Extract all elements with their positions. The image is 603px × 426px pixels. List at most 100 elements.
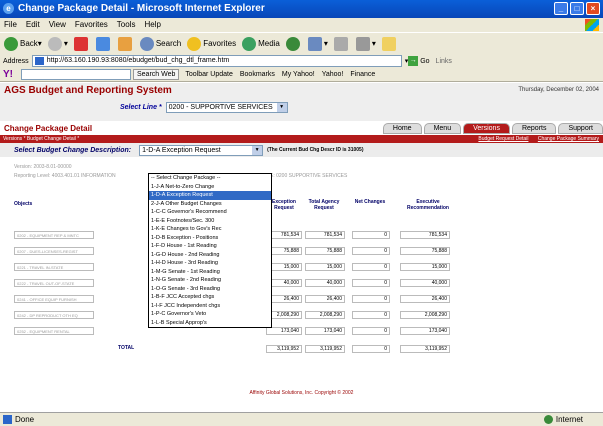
budget-request-detail-link[interactable]: Budget Request Detail — [478, 136, 528, 142]
menu-edit[interactable]: Edit — [26, 18, 40, 32]
dropdown-option[interactable]: 1-I-F JCC Independent chgs — [149, 302, 271, 311]
yahoo-button[interactable]: Yahoo! — [322, 71, 344, 78]
browser-toolbar: Back ▾ ▾ Search Favorites Media ▾ ▾ — [0, 32, 603, 54]
total-agency-cell: 2,008,290 — [305, 311, 345, 319]
go-arrow-icon: → — [408, 56, 419, 66]
address-input[interactable]: http://63.160.190.93:8080/ebudget/bud_ch… — [31, 55, 402, 67]
yahoo-search-input[interactable] — [21, 69, 131, 80]
dropdown-option[interactable]: 1-E-E Footnotes/Sec. 300 — [149, 217, 271, 226]
dropdown-option[interactable]: 1-N-G Senate - 2nd Reading — [149, 276, 271, 285]
dropdown-option[interactable]: 1-D-A Exception Request — [149, 191, 271, 200]
service-text: E: 0200 SUPPORTIVE SERVICES — [270, 173, 348, 179]
object-cell: 0221 - TRAVEL IN-STATE — [14, 263, 94, 271]
tab-versions[interactable]: Versions — [463, 123, 510, 134]
dropdown-option[interactable]: 1-O-G Senate - 3rd Reading — [149, 285, 271, 294]
maximize-button[interactable]: □ — [570, 2, 584, 15]
menu-help[interactable]: Help — [144, 18, 160, 32]
col-total-agency-header: Total Agency Request — [308, 199, 340, 211]
my-yahoo-button[interactable]: My Yahoo! — [282, 71, 315, 78]
search-button[interactable]: Search — [139, 36, 181, 51]
dropdown-option[interactable]: 2-J-A Other Budget Changes — [149, 200, 271, 209]
dropdown-option[interactable]: 1-F-D House - 1st Reading — [149, 242, 271, 251]
print-button[interactable] — [333, 36, 350, 51]
menu-file[interactable]: File — [4, 18, 17, 32]
select-line-dropdown[interactable]: 0200 - SUPPORTIVE SERVICES ▼ — [165, 102, 288, 113]
stop-button[interactable] — [73, 36, 90, 51]
minimize-button[interactable]: _ — [554, 2, 568, 15]
total-agency-cell: 75,888 — [305, 247, 345, 255]
dropdown-option[interactable]: 1-B-F JCC Accepted chgs — [149, 293, 271, 302]
forward-arrow-icon — [47, 36, 62, 51]
budget-change-options-list[interactable]: -- Select Change Package -- 1-J-A Net-to-… — [148, 173, 272, 328]
col-exec-header: Executive Recommendation — [407, 199, 449, 211]
mail-button[interactable]: ▾ — [307, 36, 328, 51]
chevron-down-icon: ▼ — [252, 145, 263, 155]
dropdown-option[interactable]: -- Select Change Package -- — [149, 174, 271, 183]
home-button[interactable] — [117, 36, 134, 51]
net-change-cell[interactable]: 0 — [352, 231, 390, 239]
media-icon — [242, 36, 257, 51]
budget-change-dropdown[interactable]: 1-D-A Exception Request ▼ — [139, 144, 264, 156]
forward-button[interactable]: ▾ — [47, 36, 68, 51]
close-button[interactable]: × — [586, 2, 600, 15]
bookmarks-button[interactable]: Bookmarks — [240, 71, 275, 78]
budget-change-label: Select Budget Change Description: — [14, 146, 132, 154]
history-button[interactable] — [285, 36, 302, 51]
status-text: Done — [15, 415, 35, 424]
tab-home[interactable]: Home — [382, 123, 422, 134]
refresh-button[interactable] — [95, 36, 112, 51]
search-web-button[interactable]: Search Web — [133, 69, 180, 80]
reporting-level-text: Reporting Level: 4003.401.01 INFORMATION — [14, 173, 116, 179]
folder-button[interactable] — [381, 36, 398, 51]
back-button[interactable]: Back ▾ — [4, 36, 42, 51]
change-package-summary-link[interactable]: Change Package Summary — [538, 136, 599, 142]
app-header: AGS Budget and Reporting System Thursday… — [0, 83, 603, 121]
net-change-cell[interactable]: 0 — [352, 263, 390, 271]
edit-icon — [355, 36, 370, 51]
media-button[interactable]: Media — [242, 36, 280, 51]
menu-bar: File Edit View Favorites Tools Help — [0, 18, 603, 32]
star-icon — [187, 36, 202, 51]
object-cell: 0202 - EQUIPMENT REP & MNTC — [14, 231, 94, 239]
mail-icon — [307, 36, 322, 51]
net-change-cell[interactable]: 0 — [352, 247, 390, 255]
dropdown-option[interactable]: 1-M-G Senate - 1st Reading — [149, 268, 271, 277]
net-change-cell[interactable]: 0 — [352, 295, 390, 303]
tab-menu[interactable]: Menu — [423, 123, 462, 134]
toolbar-update-button[interactable]: Toolbar Update — [185, 71, 232, 78]
net-change-cell[interactable]: 0 — [352, 279, 390, 287]
exec-rec-cell: 173,040 — [400, 327, 450, 335]
finance-button[interactable]: Finance — [350, 71, 375, 78]
col-objects-header: Objects — [14, 201, 33, 207]
object-cell: 0252 - EQUIPMENT RENTAL — [14, 327, 94, 335]
tab-support[interactable]: Support — [558, 123, 603, 134]
exec-rec-cell: 781,534 — [400, 231, 450, 239]
nav-tabs: Home Menu Versions Reports Support — [382, 123, 603, 134]
dropdown-option[interactable]: 1-G-D House - 2nd Reading — [149, 251, 271, 260]
menu-tools[interactable]: Tools — [117, 18, 136, 32]
net-change-cell[interactable]: 0 — [352, 327, 390, 335]
dropdown-option[interactable]: 1-H-D House - 3rd Reading — [149, 259, 271, 268]
status-bar: Done Internet — [0, 412, 603, 426]
exec-rec-cell: 26,400 — [400, 295, 450, 303]
stop-icon — [73, 36, 88, 51]
links-button[interactable]: Links — [436, 58, 452, 65]
tab-reports[interactable]: Reports — [511, 123, 557, 134]
breadcrumb-bar: Versions * Budget Change Detail * Budget… — [0, 135, 603, 143]
home-icon — [117, 36, 132, 51]
dropdown-option[interactable]: 1-L-B Special Approp's — [149, 319, 271, 328]
dropdown-option[interactable]: 1-C-C Governor's Recommend — [149, 208, 271, 217]
menu-view[interactable]: View — [49, 18, 66, 32]
search-icon — [139, 36, 154, 51]
dropdown-option[interactable]: 1-K-E Changes to Gov's Rec — [149, 225, 271, 234]
dropdown-option[interactable]: 1-P-C Governor's Veto — [149, 310, 271, 319]
refresh-icon — [95, 36, 110, 51]
favorites-button[interactable]: Favorites — [187, 36, 236, 51]
edit-button[interactable]: ▾ — [355, 36, 376, 51]
menu-favorites[interactable]: Favorites — [75, 18, 108, 32]
dropdown-option[interactable]: 1-D-B Exception - Positions — [149, 234, 271, 243]
dropdown-option[interactable]: 1-J-A Net-to-Zero Change — [149, 183, 271, 192]
net-change-cell[interactable]: 0 — [352, 311, 390, 319]
go-button[interactable]: ▾ → Go — [405, 56, 430, 66]
object-cell: 0222 - TRAVEL OUT-OF-STATE — [14, 279, 94, 287]
